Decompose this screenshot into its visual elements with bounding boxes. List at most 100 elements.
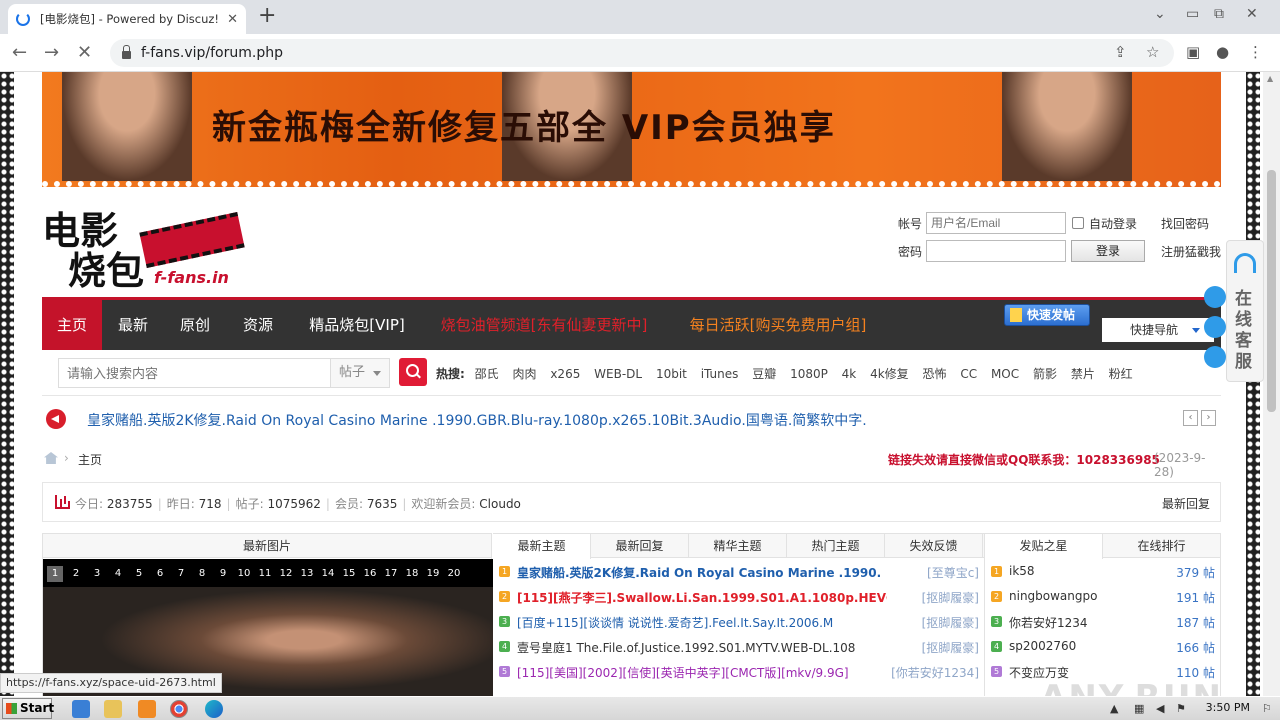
thread-author-link[interactable]: [抠脚履豪]	[922, 639, 979, 656]
back-icon[interactable]: ←	[12, 42, 27, 63]
password-input[interactable]	[926, 240, 1066, 262]
thread-title-link[interactable]: 皇家赌船.英版2K修复.Raid On Royal Casino Marine …	[517, 564, 887, 581]
start-button[interactable]: Start	[2, 698, 54, 719]
address-bar[interactable]: f-fans.vip/forum.php	[110, 39, 1174, 67]
hot-term[interactable]: 箭影	[1033, 367, 1057, 381]
hot-term[interactable]: 4k	[842, 367, 857, 381]
hot-term[interactable]: 豆瓣	[752, 367, 776, 381]
nav-daily-active[interactable]: 每日活跃[购买免费用户组]	[678, 300, 878, 350]
bookmark-star-icon[interactable]: ☆	[1146, 43, 1159, 61]
quick-nav-dropdown[interactable]: 快捷导航	[1102, 318, 1214, 342]
auto-login-label[interactable]: 自动登录	[1089, 215, 1137, 232]
picture-page-1[interactable]: 1	[47, 566, 63, 582]
share-icon[interactable]	[1204, 346, 1226, 368]
tray-up-arrow-icon[interactable]: ▲	[1110, 702, 1122, 715]
site-logo[interactable]: 电影 烧包 f-fans.in	[42, 200, 252, 293]
folder-icon[interactable]	[104, 700, 122, 718]
tab-search-icon[interactable]: ⌄	[1154, 6, 1166, 22]
hot-term[interactable]: x265	[550, 367, 580, 381]
online-service-widget[interactable]: 在线客服	[1226, 240, 1264, 382]
thread-author-link[interactable]: [你若安好1234]	[891, 664, 979, 681]
scrollbar[interactable]: ▲	[1263, 72, 1280, 696]
minimize-icon[interactable]: ▭	[1186, 6, 1199, 22]
thread-title-link[interactable]: [115][燕子李三].Swallow.Li.San.1999.S01.A1.1…	[517, 589, 887, 606]
scroll-up-icon[interactable]: ▲	[1267, 74, 1273, 83]
picture-page-13[interactable]: 13	[299, 566, 315, 582]
hot-term[interactable]: 1080P	[790, 367, 828, 381]
stars-tab[interactable]: 在线排行	[1103, 534, 1221, 558]
picture-page-17[interactable]: 17	[383, 566, 399, 582]
hot-term[interactable]: CC	[960, 367, 977, 381]
thread-title-link[interactable]: [百度+115][谈谈情 说说性.爱奇艺].Feel.It.Say.It.200…	[517, 614, 887, 631]
thread-author-link[interactable]: [抠脚履豪]	[922, 614, 979, 631]
hot-term[interactable]: 邵氏	[475, 367, 499, 381]
hot-term[interactable]: 肉肉	[512, 367, 536, 381]
window-close-icon[interactable]: ✕	[1246, 6, 1258, 22]
side-panel-icon[interactable]: ▣	[1186, 43, 1200, 61]
close-tab-icon[interactable]: ✕	[227, 12, 238, 27]
login-button[interactable]: 登录	[1071, 240, 1145, 262]
picture-page-9[interactable]: 9	[215, 566, 231, 582]
browser-tab[interactable]: [电影烧包] - Powered by Discuz! ✕	[8, 4, 246, 34]
tray-flag-icon[interactable]: ⚑	[1176, 702, 1188, 715]
tray-network-icon[interactable]: ▦	[1134, 702, 1146, 715]
poster-name-link[interactable]: 你若安好1234	[1009, 614, 1088, 631]
tray-volume-icon[interactable]: ◀	[1156, 702, 1168, 715]
picture-page-7[interactable]: 7	[173, 566, 189, 582]
hot-term[interactable]: 禁片	[1071, 367, 1095, 381]
thread-title-link[interactable]: [115][美国][2002][信使][英语中英字][CMCT版][mkv/9.…	[517, 664, 887, 681]
poster-name-link[interactable]: ik58	[1009, 564, 1035, 578]
scrollbar-thumb[interactable]	[1267, 170, 1276, 412]
nav-original[interactable]: 原创	[168, 300, 222, 350]
thread-author-link[interactable]: [抠脚履豪]	[922, 589, 979, 606]
document-icon[interactable]	[1204, 316, 1226, 338]
thread-author-link[interactable]: [至尊宝c]	[927, 564, 979, 581]
chrome-icon[interactable]	[170, 700, 188, 718]
quick-post-button[interactable]: 快速发帖	[1004, 304, 1090, 326]
picture-page-11[interactable]: 11	[257, 566, 273, 582]
poster-name-link[interactable]: sp2002760	[1009, 639, 1076, 653]
latest-reply-link[interactable]: 最新回复	[1162, 495, 1210, 512]
new-tab-button[interactable]: +	[258, 5, 276, 27]
picture-page-2[interactable]: 2	[68, 566, 84, 582]
picture-page-8[interactable]: 8	[194, 566, 210, 582]
nav-home[interactable]: 主页	[42, 300, 102, 350]
picture-page-4[interactable]: 4	[110, 566, 126, 582]
forgot-password-link[interactable]: 找回密码	[1161, 215, 1209, 232]
picture-page-20[interactable]: 20	[446, 566, 462, 582]
picture-page-6[interactable]: 6	[152, 566, 168, 582]
threads-tab[interactable]: 失效反馈	[885, 534, 983, 558]
nav-youtube-channel[interactable]: 烧包油管频道[东有仙妻更新中]	[428, 300, 660, 350]
poster-name-link[interactable]: ningbowangpo	[1009, 589, 1097, 603]
stars-tab[interactable]: 发贴之星	[985, 534, 1103, 559]
hot-term[interactable]: iTunes	[701, 367, 739, 381]
user-icon[interactable]	[1204, 286, 1226, 308]
next-announcement-button[interactable]: ›	[1201, 410, 1216, 426]
action-center-icon[interactable]: ⚐	[1262, 702, 1274, 715]
auto-login-checkbox[interactable]	[1072, 217, 1084, 229]
hot-term[interactable]: WEB-DL	[594, 367, 642, 381]
threads-tab[interactable]: 最新主题	[493, 534, 591, 559]
picture-page-18[interactable]: 18	[404, 566, 420, 582]
username-input[interactable]	[926, 212, 1066, 234]
ie-icon[interactable]	[72, 700, 90, 718]
clock[interactable]: 3:50 PM	[1206, 701, 1250, 714]
hot-term[interactable]: 10bit	[656, 367, 687, 381]
hot-term[interactable]: 恐怖	[923, 367, 947, 381]
forward-icon[interactable]: →	[44, 42, 59, 63]
picture-page-15[interactable]: 15	[341, 566, 357, 582]
home-icon[interactable]	[44, 452, 58, 464]
search-input[interactable]	[58, 358, 332, 388]
hot-term[interactable]: 粉红	[1109, 367, 1133, 381]
announcement-link[interactable]: 皇家赌船.英版2K修复.Raid On Royal Casino Marine …	[87, 410, 867, 430]
edge-icon[interactable]	[205, 700, 223, 718]
promo-banner[interactable]: 新金瓶梅全新修复五部全 VIP会员独享	[42, 72, 1221, 187]
threads-tab[interactable]: 精华主题	[689, 534, 787, 558]
picture-page-3[interactable]: 3	[89, 566, 105, 582]
nav-latest[interactable]: 最新	[106, 300, 160, 350]
restore-icon[interactable]: ⧉	[1214, 6, 1224, 22]
picture-page-16[interactable]: 16	[362, 566, 378, 582]
prev-announcement-button[interactable]: ‹	[1183, 410, 1198, 426]
hot-term[interactable]: 4k修复	[870, 367, 909, 381]
thread-title-link[interactable]: 壹号皇庭1 The.File.of.Justice.1992.S01.MYTV.…	[517, 639, 887, 656]
